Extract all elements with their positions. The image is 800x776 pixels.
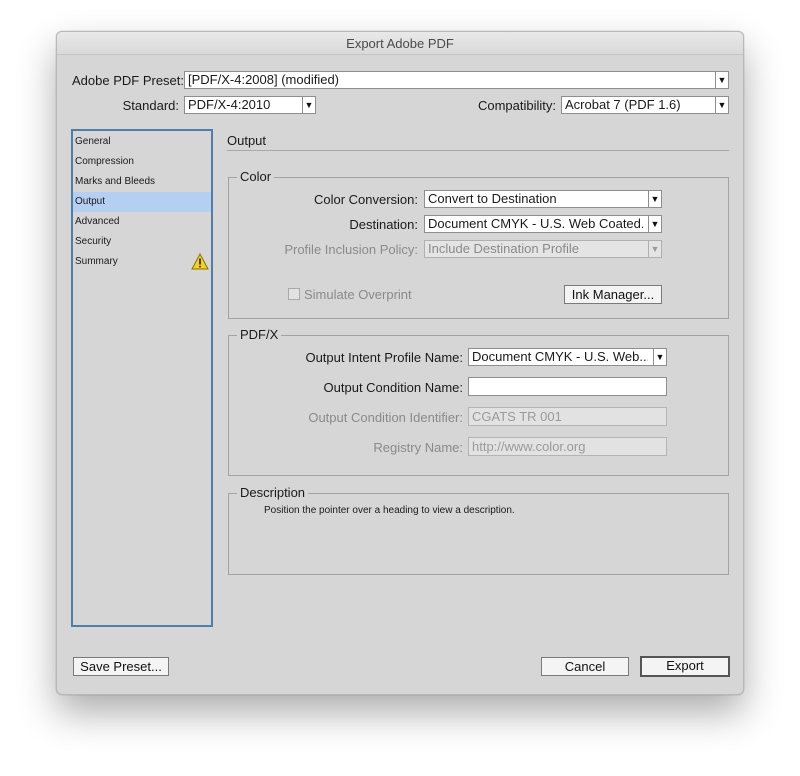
dropdown-arrow-icon: ▼ [715,97,728,113]
window-title: Export Adobe PDF [57,32,743,55]
output-condition-name-input[interactable] [468,377,667,396]
color-conversion-value: Convert to Destination [428,191,557,206]
preset-select[interactable]: [PDF/X-4:2008] (modified) ▼ [184,71,729,89]
standard-label: Standard: [122,98,179,113]
output-condition-identifier-label: Output Condition Identifier: [308,410,463,425]
compatibility-label: Compatibility: [477,98,556,113]
dropdown-arrow-icon: ▼ [648,191,661,207]
color-conversion-select[interactable]: Convert to Destination ▼ [424,190,662,208]
dropdown-arrow-icon: ▼ [302,97,315,113]
sidebar-item-advanced[interactable]: Advanced [73,212,211,232]
sidebar-item-label: General [75,136,111,147]
sidebar-item-label: Marks and Bleeds [75,176,156,187]
standard-value: PDF/X-4:2010 [188,97,271,112]
dropdown-arrow-icon: ▼ [715,72,728,88]
profile-policy-select[interactable]: Include Destination Profile ▼ [424,240,662,258]
sidebar-item-security[interactable]: Security [73,232,211,252]
preset-label: Adobe PDF Preset: [72,73,184,88]
color-conversion-label: Color Conversion: [313,192,418,207]
registry-name-input[interactable]: http://www.color.org [468,437,667,456]
sidebar-item-label: Output [75,196,106,207]
simulate-overprint-label: Simulate Overprint [304,287,412,302]
standard-select[interactable]: PDF/X-4:2010 ▼ [184,96,316,114]
description-text: Position the pointer over a heading to v… [264,505,515,516]
profile-policy-label: Profile Inclusion Policy: [284,242,418,257]
description-group-title: Description [237,486,309,500]
output-intent-label: Output Intent Profile Name: [305,350,463,365]
sidebar-item-label: Advanced [75,216,120,227]
profile-policy-value: Include Destination Profile [428,241,580,256]
dropdown-arrow-icon: ▼ [653,349,666,365]
section-divider [227,150,729,151]
save-preset-button[interactable]: Save Preset... [73,657,169,676]
simulate-overprint-checkbox[interactable] [288,288,300,300]
output-intent-value: Document CMYK - U.S. Web... [472,349,648,364]
sidebar-item-output[interactable]: Output [73,192,211,212]
output-condition-name-label: Output Condition Name: [323,380,463,395]
preset-value: [PDF/X-4:2008] (modified) [188,72,340,87]
sidebar-item-marks-and-bleeds[interactable]: Marks and Bleeds [73,172,211,192]
compatibility-value: Acrobat 7 (PDF 1.6) [565,97,681,112]
pdfx-group-title: PDF/X [237,328,282,342]
category-list: General Compression Marks and Bleeds Out… [71,129,213,627]
cancel-button[interactable]: Cancel [541,657,629,676]
destination-label: Destination: [349,217,418,232]
sidebar-item-compression[interactable]: Compression [73,152,211,172]
color-group-title: Color [237,170,275,184]
output-condition-identifier-input[interactable]: CGATS TR 001 [468,407,667,426]
ink-manager-button[interactable]: Ink Manager... [564,285,662,304]
warning-icon [191,252,209,278]
sidebar-item-label: Summary [75,256,118,267]
output-intent-select[interactable]: Document CMYK - U.S. Web... ▼ [468,348,667,366]
destination-value: Document CMYK - U.S. Web Coated... [428,216,643,231]
sidebar-item-general[interactable]: General [73,132,211,152]
destination-select[interactable]: Document CMYK - U.S. Web Coated... ▼ [424,215,662,233]
sidebar-item-label: Compression [75,156,134,167]
compatibility-select[interactable]: Acrobat 7 (PDF 1.6) ▼ [561,96,729,114]
sidebar-item-label: Security [75,236,112,247]
sidebar-item-summary[interactable]: Summary [73,252,211,272]
export-button[interactable]: Export [640,656,730,677]
registry-name-label: Registry Name: [373,440,463,455]
export-pdf-dialog: Export Adobe PDF Adobe PDF Preset: [PDF/… [56,31,744,695]
section-title: Output [227,133,267,148]
dropdown-arrow-icon: ▼ [648,216,661,232]
dropdown-arrow-icon: ▼ [648,241,661,257]
